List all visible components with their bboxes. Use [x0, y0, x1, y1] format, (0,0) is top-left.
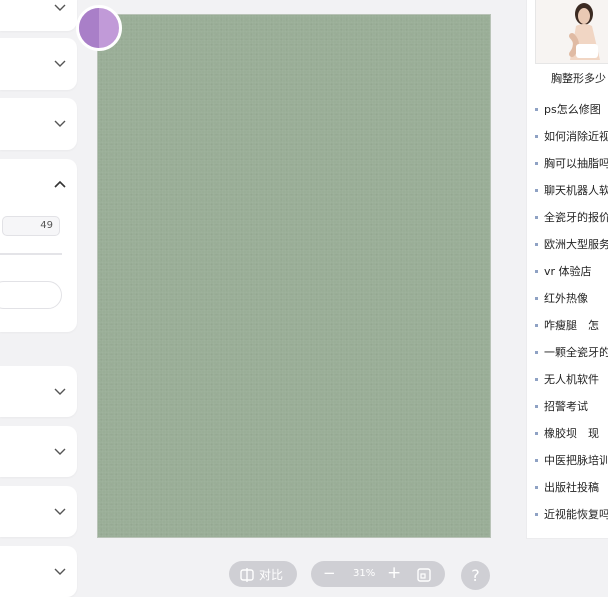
editor-canvas[interactable] — [97, 14, 491, 538]
settings-section-5[interactable] — [0, 426, 77, 477]
settings-section-6[interactable] — [0, 486, 77, 537]
zoom-out-button[interactable]: − — [323, 566, 336, 581]
link-list: ps怎么修图 如何消除近视 胸可以抽脂吗 聊天机器人软件 全瓷牙的报价 欧洲大型… — [527, 98, 608, 530]
featured-caption[interactable]: 胸整形多少 — [551, 70, 606, 86]
list-item[interactable]: 聊天机器人软件 — [527, 179, 608, 206]
color-swatch-handle[interactable] — [76, 5, 122, 51]
chevron-down-icon[interactable] — [54, 568, 66, 576]
zoom-control: − 31% + — [311, 561, 445, 587]
settings-section-3[interactable] — [0, 98, 77, 150]
list-item[interactable]: 胸可以抽脂吗 — [527, 152, 608, 179]
featured-thumbnail[interactable] — [535, 0, 608, 64]
list-item[interactable]: 近视能恢复吗 — [527, 503, 608, 530]
slider-track[interactable] — [0, 253, 62, 255]
chevron-down-icon[interactable] — [54, 388, 66, 396]
list-item[interactable]: 欧洲大型服务 — [527, 233, 608, 260]
zoom-level: 31% — [353, 568, 376, 579]
chevron-down-icon[interactable] — [54, 60, 66, 68]
settings-section-4[interactable] — [0, 366, 77, 417]
settings-section-expanded: 49 — [0, 159, 77, 332]
settings-section-1[interactable] — [0, 0, 77, 31]
number-input[interactable]: 49 — [2, 216, 60, 236]
list-item[interactable]: 咋瘦腿 怎 — [527, 314, 608, 341]
chevron-up-icon[interactable] — [54, 180, 66, 188]
list-item[interactable]: 全瓷牙的报价 — [527, 206, 608, 233]
text-input[interactable] — [0, 281, 62, 309]
recommendation-sidebar: 胸整形多少 ps怎么修图 如何消除近视 胸可以抽脂吗 聊天机器人软件 全瓷牙的报… — [526, 0, 608, 539]
compare-label: 对比 — [259, 568, 284, 582]
list-item[interactable]: vr 体验店 — [527, 260, 608, 287]
list-item[interactable]: 出版社投稿 — [527, 476, 608, 503]
list-item[interactable]: 如何消除近视 — [527, 125, 608, 152]
list-item[interactable]: 中医把脉培训 — [527, 449, 608, 476]
chevron-down-icon[interactable] — [54, 4, 66, 12]
settings-section-2[interactable] — [0, 38, 77, 90]
fit-screen-icon[interactable] — [417, 567, 431, 582]
help-button[interactable]: ? — [461, 561, 490, 590]
zoom-in-button[interactable]: + — [387, 565, 401, 582]
list-item[interactable]: ps怎么修图 — [527, 98, 608, 125]
compare-icon — [240, 567, 254, 582]
compare-button[interactable]: 对比 — [229, 561, 297, 587]
list-item[interactable]: 红外热像 — [527, 287, 608, 314]
list-item[interactable]: 无人机软件 — [527, 368, 608, 395]
list-item[interactable]: 一颗全瓷牙的 — [527, 341, 608, 368]
list-item[interactable]: 橡胶坝 现 — [527, 422, 608, 449]
settings-section-7[interactable] — [0, 546, 77, 597]
chevron-down-icon[interactable] — [54, 120, 66, 128]
chevron-down-icon[interactable] — [54, 448, 66, 456]
chevron-down-icon[interactable] — [54, 508, 66, 516]
list-item[interactable]: 招警考试 — [527, 395, 608, 422]
